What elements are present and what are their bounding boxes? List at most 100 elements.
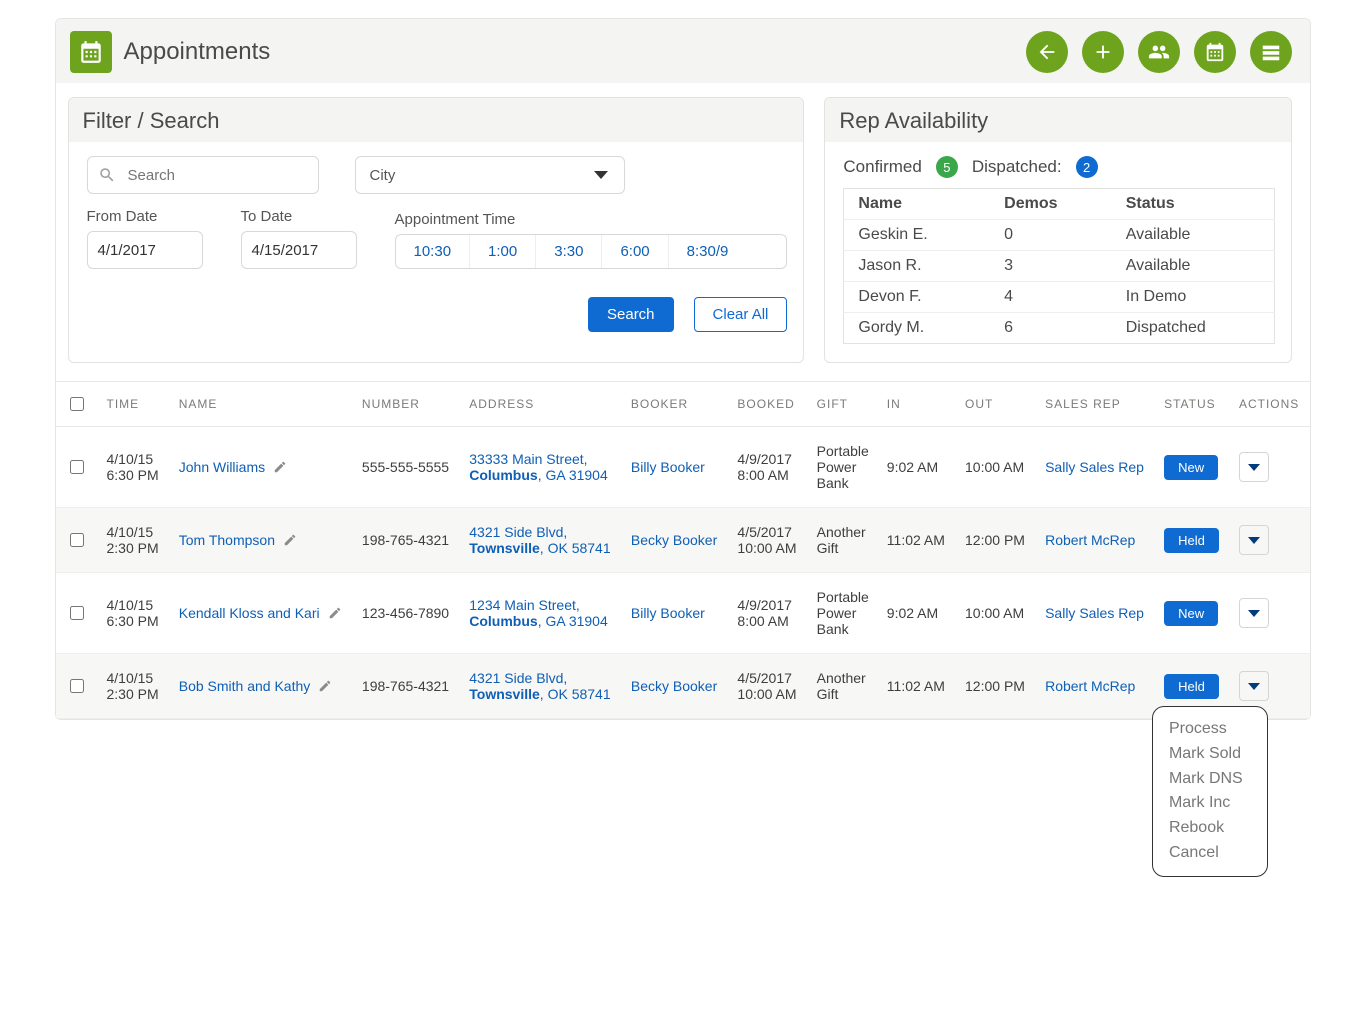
confirmed-count-badge: 5 xyxy=(936,156,958,178)
out-cell: 12:00 PM xyxy=(955,654,1035,719)
row-actions-button[interactable] xyxy=(1239,598,1269,628)
availability-cell: Geskin E. xyxy=(844,220,990,251)
sales-rep-cell[interactable]: Sally Sales Rep xyxy=(1035,573,1154,654)
sales-rep-cell[interactable]: Robert McRep xyxy=(1035,508,1154,573)
customer-name-link[interactable]: Bob Smith and Kathy xyxy=(179,678,311,694)
appt-time-option[interactable]: 1:00 xyxy=(470,235,536,268)
grid-column-header: BOOKED xyxy=(727,382,806,427)
availability-row: Jason R.3Available xyxy=(844,251,1274,282)
grid-column-header: NUMBER xyxy=(352,382,459,427)
actions-menu-item[interactable]: Rebook xyxy=(1169,816,1251,841)
actions-menu-item[interactable]: Mark DNS xyxy=(1169,767,1251,792)
to-date-input[interactable]: 4/15/2017 xyxy=(241,231,357,269)
search-input[interactable] xyxy=(126,157,318,193)
list-button[interactable] xyxy=(1250,31,1292,73)
availability-row: Gordy M.6Dispatched xyxy=(844,313,1274,344)
edit-icon[interactable] xyxy=(328,606,342,620)
customer-name-link[interactable]: John Williams xyxy=(179,459,265,475)
status-badge: New xyxy=(1164,601,1218,626)
dispatched-label: Dispatched: xyxy=(972,157,1062,177)
chevron-down-icon xyxy=(1248,610,1260,617)
add-button[interactable] xyxy=(1082,31,1124,73)
time-cell: 4/10/152:30 PM xyxy=(97,654,169,719)
from-date-label: From Date xyxy=(87,208,217,225)
row-checkbox[interactable] xyxy=(70,533,84,547)
appt-time-option[interactable]: 3:30 xyxy=(536,235,602,268)
customer-name-link[interactable]: Kendall Kloss and Kari xyxy=(179,605,320,621)
appt-time-option[interactable]: 6:00 xyxy=(602,235,668,268)
name-cell: Tom Thompson xyxy=(169,508,352,573)
from-date-input[interactable]: 4/1/2017 xyxy=(87,231,203,269)
actions-menu-item[interactable]: Process xyxy=(1169,717,1251,742)
row-checkbox[interactable] xyxy=(70,679,84,693)
clear-button[interactable]: Clear All xyxy=(694,297,788,332)
booker-cell[interactable]: Billy Booker xyxy=(621,573,728,654)
actions-menu-item[interactable]: Mark Inc xyxy=(1169,791,1251,816)
table-row: 4/10/152:30 PMTom Thompson198-765-432143… xyxy=(56,508,1310,573)
sales-rep-cell[interactable]: Sally Sales Rep xyxy=(1035,427,1154,508)
customer-name-link[interactable]: Tom Thompson xyxy=(179,532,275,548)
table-row: 4/10/156:30 PMKendall Kloss and Kari123-… xyxy=(56,573,1310,654)
gift-cell: Portable Power Bank xyxy=(807,573,877,654)
calendar-button[interactable] xyxy=(1194,31,1236,73)
in-cell: 9:02 AM xyxy=(877,427,955,508)
sales-rep-cell[interactable]: Robert McRep xyxy=(1035,654,1154,719)
city-select-label: City xyxy=(370,167,396,184)
search-button[interactable]: Search xyxy=(588,297,674,332)
chevron-down-icon xyxy=(594,171,608,179)
name-cell: Kendall Kloss and Kari xyxy=(169,573,352,654)
grid-column-header: ADDRESS xyxy=(459,382,621,427)
search-icon xyxy=(98,166,116,184)
row-actions-button[interactable] xyxy=(1239,525,1269,555)
row-checkbox[interactable] xyxy=(70,606,84,620)
booked-cell: 4/9/20178:00 AM xyxy=(727,427,806,508)
row-checkbox[interactable] xyxy=(70,460,84,474)
address-cell[interactable]: 4321 Side Blvd,Townsville, OK 58741 xyxy=(459,508,621,573)
grid-column-header: GIFT xyxy=(807,382,877,427)
actions-menu-item[interactable]: Cancel xyxy=(1169,841,1251,866)
booked-cell: 4/5/201710:00 AM xyxy=(727,654,806,719)
availability-cell: 4 xyxy=(990,282,1112,313)
actions-menu-item[interactable]: Mark Sold xyxy=(1169,742,1251,767)
address-cell[interactable]: 4321 Side Blvd,Townsville, OK 58741 xyxy=(459,654,621,719)
select-all-checkbox[interactable] xyxy=(70,397,84,411)
availability-panel-title: Rep Availability xyxy=(825,98,1290,142)
booker-cell[interactable]: Billy Booker xyxy=(621,427,728,508)
status-badge: New xyxy=(1164,455,1218,480)
filter-panel: Filter / Search City From Date 4/1/ xyxy=(68,97,805,363)
page-header: Appointments xyxy=(56,19,1310,83)
chevron-down-icon xyxy=(1248,683,1260,690)
search-input-wrap[interactable] xyxy=(87,156,319,194)
appt-time-option[interactable]: 8:30/9 xyxy=(669,235,747,268)
booker-cell[interactable]: Becky Booker xyxy=(621,654,728,719)
availability-cell: 6 xyxy=(990,313,1112,344)
out-cell: 10:00 AM xyxy=(955,573,1035,654)
edit-icon[interactable] xyxy=(318,679,332,693)
address-cell[interactable]: 33333 Main Street,Columbus, GA 31904 xyxy=(459,427,621,508)
status-cell: Held xyxy=(1154,508,1229,573)
edit-icon[interactable] xyxy=(283,533,297,547)
confirmed-label: Confirmed xyxy=(843,157,921,177)
address-cell[interactable]: 1234 Main Street,Columbus, GA 31904 xyxy=(459,573,621,654)
gift-cell: Another Gift xyxy=(807,654,877,719)
row-actions-button[interactable] xyxy=(1239,671,1269,701)
city-select[interactable]: City xyxy=(355,156,625,194)
appt-time-option[interactable]: 10:30 xyxy=(396,235,471,268)
people-button[interactable] xyxy=(1138,31,1180,73)
availability-cell: Dispatched xyxy=(1112,313,1274,344)
grid-column-header: NAME xyxy=(169,382,352,427)
appointments-table: TIMENAMENUMBERADDRESSBOOKERBOOKEDGIFTINO… xyxy=(56,381,1310,719)
row-actions-button[interactable] xyxy=(1239,452,1269,482)
calendar-app-icon xyxy=(70,31,112,73)
booker-cell[interactable]: Becky Booker xyxy=(621,508,728,573)
availability-column-header: Demos xyxy=(990,189,1112,220)
grid-column-header: OUT xyxy=(955,382,1035,427)
back-button[interactable] xyxy=(1026,31,1068,73)
chevron-down-icon xyxy=(1248,464,1260,471)
out-cell: 12:00 PM xyxy=(955,508,1035,573)
in-cell: 9:02 AM xyxy=(877,573,955,654)
edit-icon[interactable] xyxy=(273,460,287,474)
actions-cell xyxy=(1229,427,1310,508)
dispatched-count-badge: 2 xyxy=(1076,156,1098,178)
name-cell: John Williams xyxy=(169,427,352,508)
